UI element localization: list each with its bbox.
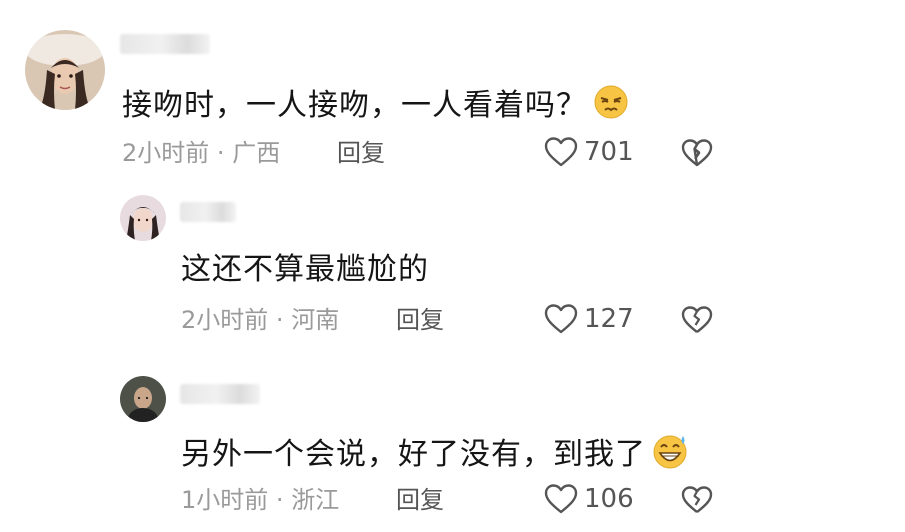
comment-meta: 2小时前 · 河南 [181,305,339,335]
heart-icon [544,484,578,514]
username-blurred[interactable] [180,384,260,404]
annoyed-face-emoji [593,84,629,129]
reply-button[interactable]: 回复 [337,138,385,168]
comment-text-content: 接吻时，一人接吻，一人看着吗？ [122,88,587,123]
dislike-button[interactable] [681,305,713,339]
comment-meta: 2小时前 · 广西 [122,138,280,168]
like-button[interactable]: 106 [544,483,634,515]
comment-item: 接吻时，一人接吻，一人看着吗？ 2小时前 · 广西 回复 701 [0,0,905,180]
like-count: 127 [584,304,634,334]
user-avatar-image [120,376,166,422]
reply-button[interactable]: 回复 [396,485,444,515]
broken-heart-icon [681,139,713,167]
comment-meta: 1小时前 · 浙江 [181,485,339,515]
like-count: 701 [584,137,634,167]
grinning-sweat-emoji [652,432,690,479]
like-button[interactable]: 127 [544,303,634,335]
avatar[interactable] [120,195,166,241]
meta-separator: · [275,486,284,514]
broken-heart-icon [681,306,713,333]
user-avatar-image [25,30,105,110]
dislike-button[interactable] [681,485,713,519]
comment-time: 2小时前 [181,306,269,334]
reply-item: 这还不算最尴尬的 2小时前 · 河南 回复 127 [0,180,905,350]
avatar[interactable] [120,376,166,422]
comment-text: 这还不算最尴尬的 [181,252,429,288]
avatar[interactable] [25,30,105,110]
dislike-button[interactable] [681,138,713,172]
meta-separator: · [216,139,225,167]
comment-time: 2小时前 [122,139,210,167]
meta-separator: · [275,306,284,334]
comment-text-content: 另外一个会说，好了没有，到我了 [181,437,646,472]
reply-button[interactable]: 回复 [396,305,444,335]
comment-text: 接吻时，一人接吻，一人看着吗？ [122,84,629,129]
reply-item: 另外一个会说，好了没有，到我了 1小时前 · 浙江 回复 106 [0,350,905,532]
heart-icon [544,304,578,334]
username-blurred[interactable] [120,34,210,54]
like-button[interactable]: 701 [544,136,634,168]
username-blurred[interactable] [180,202,236,222]
comment-text: 另外一个会说，好了没有，到我了 [181,432,690,479]
comment-text-content: 这还不算最尴尬的 [181,252,429,287]
comment-location: 浙江 [291,486,340,514]
comment-time: 1小时前 [181,486,269,514]
user-avatar-image [120,195,166,241]
heart-icon [544,137,578,167]
broken-heart-icon [681,486,713,513]
comment-location: 广西 [232,139,281,167]
comment-location: 河南 [291,306,340,334]
like-count: 106 [584,484,634,514]
